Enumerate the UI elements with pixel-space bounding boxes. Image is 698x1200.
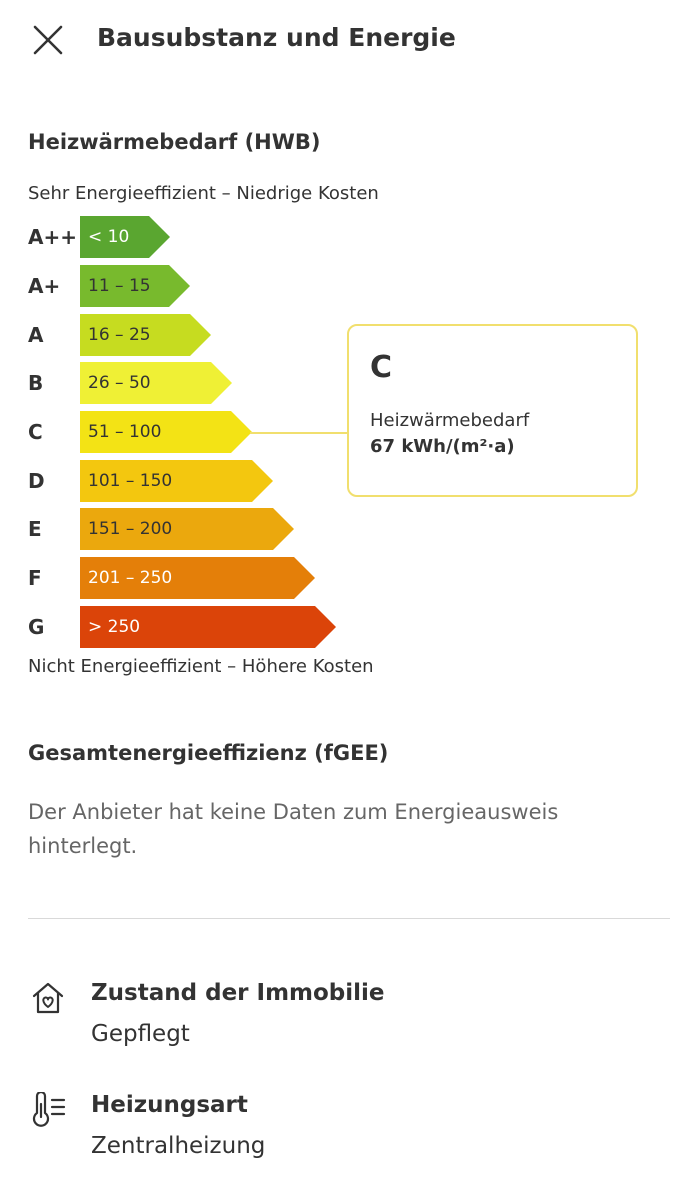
result-connector-line xyxy=(250,432,348,434)
energy-class-row: E 151 – 200 xyxy=(0,508,400,550)
energy-class-bar: < 10 xyxy=(80,216,170,258)
energy-class-bar: 26 – 50 xyxy=(80,362,232,404)
energy-class-bar: 101 – 150 xyxy=(80,460,273,502)
energy-class-row: B 26 – 50 xyxy=(0,362,400,404)
energy-class-row: A 16 – 25 xyxy=(0,314,400,356)
divider xyxy=(28,918,670,919)
energy-class-letter: B xyxy=(28,371,44,395)
page-title: Bausubstanz und Energie xyxy=(97,23,456,52)
energy-class-bar: > 250 xyxy=(80,606,336,648)
energy-class-bar: 16 – 25 xyxy=(80,314,211,356)
feature-value: Gepflegt xyxy=(91,1021,190,1047)
house-heart-icon xyxy=(32,982,64,1014)
energy-class-letter: E xyxy=(28,517,42,541)
fgee-title: Gesamtenergieeffizienz (fGEE) xyxy=(28,741,389,765)
energy-class-letter: F xyxy=(28,566,42,590)
close-icon xyxy=(33,25,63,55)
feature-title: Heizungsart xyxy=(91,1092,248,1118)
result-energy-class: C xyxy=(370,350,393,385)
energy-class-letter: C xyxy=(28,420,43,444)
energy-class-letter: A+ xyxy=(28,274,61,298)
feature-title: Zustand der Immobilie xyxy=(91,980,385,1006)
feature-value: Zentralheizung xyxy=(91,1133,266,1159)
energy-class-letter: D xyxy=(28,469,45,493)
result-label: Heizwärmebedarf xyxy=(370,410,530,431)
energy-class-letter: G xyxy=(28,615,45,639)
result-value: 67 kWh/(m²·a) xyxy=(370,436,515,457)
energy-class-row: G > 250 xyxy=(0,606,400,648)
close-button[interactable] xyxy=(30,22,66,58)
hwb-title: Heizwärmebedarf (HWB) xyxy=(28,130,321,154)
scale-bottom-caption: Nicht Energieeffizient – Höhere Kosten xyxy=(28,656,374,677)
hwb-result-card: C Heizwärmebedarf 67 kWh/(m²·a) xyxy=(347,324,638,497)
energy-class-bar: 51 – 100 xyxy=(80,411,252,453)
energy-class-bar: 11 – 15 xyxy=(80,265,190,307)
energy-class-letter: A++ xyxy=(28,225,77,249)
energy-class-row: D 101 – 150 xyxy=(0,460,400,502)
energy-class-letter: A xyxy=(28,323,44,347)
energy-class-row: F 201 – 250 xyxy=(0,557,400,599)
thermometer-icon xyxy=(32,1092,66,1127)
energy-class-bar: 201 – 250 xyxy=(80,557,315,599)
energy-class-row: A+ 11 – 15 xyxy=(0,265,400,307)
scale-top-caption: Sehr Energieeffizient – Niedrige Kosten xyxy=(28,183,379,204)
energy-class-bar: 151 – 200 xyxy=(80,508,294,550)
fgee-no-data-text: Der Anbieter hat keine Daten zum Energie… xyxy=(28,800,559,858)
energy-class-row: A++ < 10 xyxy=(0,216,400,258)
